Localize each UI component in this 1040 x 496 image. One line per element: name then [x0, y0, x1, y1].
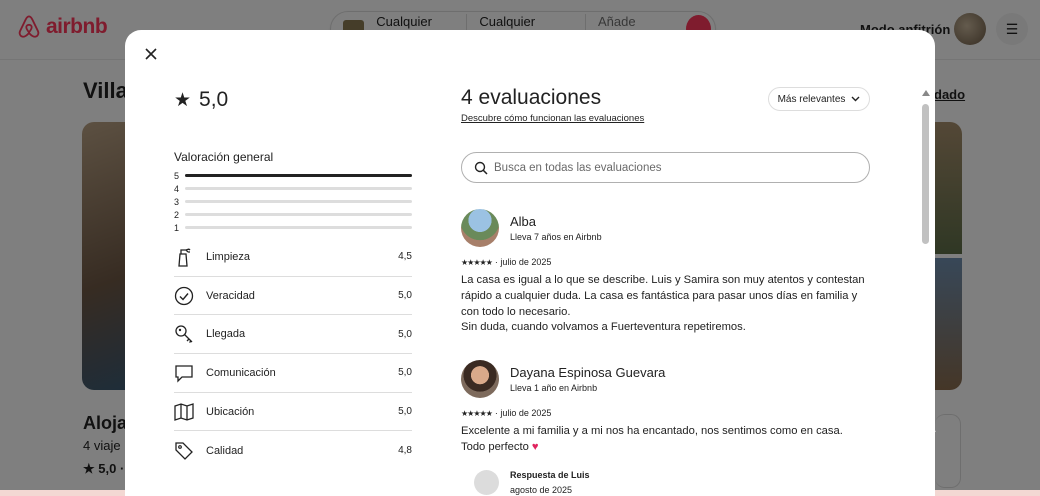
category-value: 4,5	[398, 251, 412, 263]
map-icon	[174, 402, 194, 422]
distribution-stars: 5	[174, 170, 180, 181]
category-name: Veracidad	[206, 289, 255, 302]
distribution-stars: 1	[174, 222, 180, 233]
reviewer-name: Alba	[510, 214, 537, 229]
review-text-line-last: Todo perfecto ♥	[461, 440, 866, 456]
watermark-subtitle: Ve a Co	[884, 441, 934, 457]
category-value: 5,0	[398, 290, 412, 302]
check-circle-icon	[174, 286, 194, 306]
key-icon	[174, 324, 194, 344]
category-row-llegada: Llegada 5,0	[174, 315, 412, 355]
overall-score: ★ 5,0	[174, 88, 228, 112]
review-text-line: Sin duda, cuando volvamos a Fuerteventur…	[461, 321, 746, 334]
review-rating-date: ★★★★★ · julio de 2025	[461, 408, 866, 418]
distribution-stars: 2	[174, 209, 180, 220]
review-text-line: rápido a cualquier duda. La casa es fant…	[461, 289, 858, 302]
tag-icon	[174, 441, 194, 461]
how-reviews-work-link[interactable]: Descubre cómo funcionan las evaluaciones	[461, 113, 644, 124]
review-text-line: Todo perfecto	[461, 440, 529, 453]
distribution-track	[185, 174, 412, 177]
reviewer-avatar[interactable]	[461, 360, 499, 398]
reviewer-tenure: Lleva 1 año en Airbnb	[510, 383, 598, 393]
review-item: Dayana Espinosa Guevara Lleva 1 año en A…	[461, 360, 866, 495]
watermark-title: Activa	[884, 416, 936, 437]
reviewer-name: Dayana Espinosa Guevara	[510, 365, 666, 380]
sort-label: Más relevantes	[777, 93, 846, 105]
spray-bottle-icon	[174, 247, 194, 267]
category-row-calidad: Calidad 4,8	[174, 431, 412, 470]
heart-emoji: ♥	[531, 440, 539, 453]
review-item: Alba Lleva 7 años en Airbnb ★★★★★ · juli…	[461, 209, 866, 336]
review-stars: ★★★★★	[461, 257, 493, 267]
overall-score-value: 5,0	[199, 88, 229, 111]
review-header: Alba Lleva 7 años en Airbnb	[461, 209, 866, 247]
reviews-modal: ★ 5,0 Valoración general 5 4 3 2 1 Limpi…	[125, 30, 935, 496]
close-icon	[145, 48, 157, 60]
rating-distribution: 5 4 3 2 1	[174, 169, 412, 234]
review-stars: ★★★★★	[461, 408, 493, 418]
category-row-veracidad: Veracidad 5,0	[174, 277, 412, 316]
host-reply-title: Respuesta de Luis	[510, 469, 590, 480]
category-row-comunicacion: Comunicación 5,0	[174, 354, 412, 393]
sort-dropdown[interactable]: Más relevantes	[768, 87, 870, 111]
category-name: Calidad	[206, 444, 244, 457]
category-ratings: Limpieza 4,5 Veracidad 5,0 Llegada 5,0 C…	[174, 238, 412, 470]
distribution-row: 5	[174, 169, 412, 182]
distribution-row: 4	[174, 182, 412, 195]
review-text: La casa es igual a lo que se describe. L…	[461, 273, 866, 336]
close-button[interactable]	[143, 46, 159, 62]
category-value: 5,0	[398, 367, 412, 379]
message-icon	[174, 363, 194, 383]
review-date: · julio de 2025	[494, 257, 552, 267]
chevron-down-icon	[851, 96, 860, 102]
review-text-line: con todo lo necesario.	[461, 305, 571, 318]
review-search-input[interactable]	[494, 161, 854, 174]
distribution-stars: 3	[174, 196, 180, 207]
distribution-row: 3	[174, 195, 412, 208]
scroll-up-arrow-icon[interactable]	[922, 90, 930, 96]
distribution-fill	[185, 174, 412, 177]
category-name: Llegada	[206, 328, 246, 341]
category-value: 5,0	[398, 328, 412, 340]
review-text-line: La casa es igual a lo que se describe. L…	[461, 274, 865, 286]
scrollbar-thumb[interactable]	[922, 104, 929, 244]
review-header: Dayana Espinosa Guevara Lleva 1 año en A…	[461, 360, 866, 398]
category-name: Ubicación	[206, 405, 255, 418]
host-reply-date: agosto de 2025	[510, 484, 573, 495]
category-row-ubicacion: Ubicación 5,0	[174, 393, 412, 432]
reviewer-avatar[interactable]	[461, 209, 499, 247]
review-rating-date: ★★★★★ · julio de 2025	[461, 257, 866, 267]
review-text: Excelente a mi familia y a mi nos ha enc…	[461, 424, 866, 456]
windows-activation-watermark: Activa Ve a Co	[884, 416, 936, 460]
distribution-track	[185, 226, 412, 229]
reviews-title: 4 evaluaciones	[461, 86, 602, 109]
distribution-row: 2	[174, 208, 412, 221]
category-name: Limpieza	[206, 250, 251, 263]
category-value: 4,8	[398, 445, 412, 457]
search-icon	[474, 161, 488, 175]
category-value: 5,0	[398, 406, 412, 418]
host-reply: Respuesta de Luis agosto de 2025	[474, 469, 866, 495]
review-date: · julio de 2025	[494, 408, 552, 418]
review-search-box[interactable]	[461, 152, 870, 183]
category-name: Comunicación	[206, 366, 276, 379]
category-row-limpieza: Limpieza 4,5	[174, 238, 412, 277]
distribution-track	[185, 187, 412, 190]
distribution-track	[185, 200, 412, 203]
distribution-stars: 4	[174, 183, 180, 194]
review-text-line: Excelente a mi familia y a mi nos ha enc…	[461, 425, 843, 437]
distribution-track	[185, 213, 412, 216]
overall-rating-label: Valoración general	[174, 150, 274, 164]
host-avatar	[474, 469, 499, 495]
star-icon: ★	[174, 89, 192, 111]
reviewer-tenure: Lleva 7 años en Airbnb	[510, 232, 602, 242]
distribution-row: 1	[174, 221, 412, 234]
